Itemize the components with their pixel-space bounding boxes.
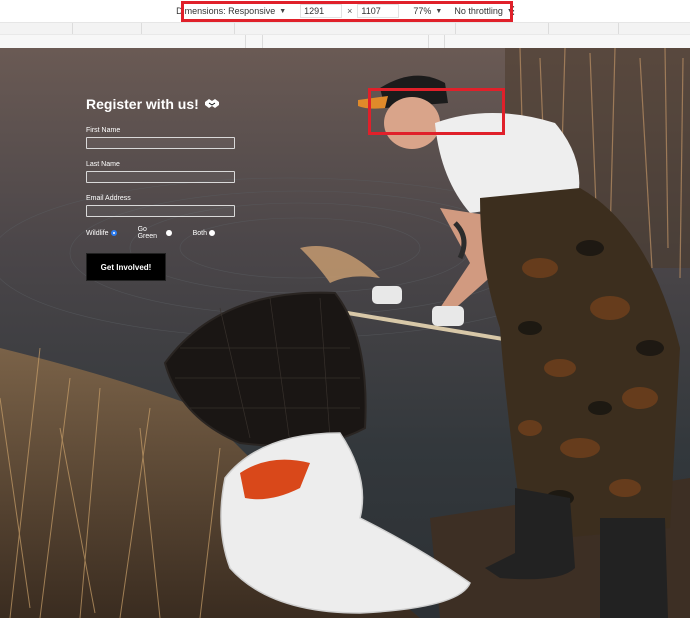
radio-go-green[interactable]: Go Green <box>138 226 172 240</box>
times-separator: × <box>347 6 353 16</box>
radio-go-green-label: Go Green <box>137 226 158 240</box>
throttling-label: No throttling <box>454 6 503 16</box>
more-options-icon[interactable]: ⋮ <box>508 4 519 17</box>
radio-wildlife-label: Wildlife <box>86 229 109 237</box>
media-query-bar[interactable] <box>0 22 690 34</box>
email-input[interactable] <box>86 205 235 217</box>
width-input[interactable]: 1291 <box>300 4 343 18</box>
radio-wildlife[interactable]: Wildlife <box>86 230 117 237</box>
zoom-dropdown[interactable]: 77% ▼ <box>413 6 442 16</box>
get-involved-button[interactable]: Get Involved! <box>86 253 166 281</box>
last-name-input[interactable] <box>86 171 235 183</box>
radio-both-label: Both <box>192 229 207 237</box>
registration-form: Register with us! First Name Last Name E… <box>86 96 236 281</box>
first-name-input[interactable] <box>86 137 235 149</box>
height-input[interactable]: 1107 <box>357 4 400 18</box>
dimensions-label: Dimensions: Responsive <box>176 6 276 16</box>
last-name-label: Last Name <box>86 161 120 168</box>
radio-go-green-button[interactable] <box>166 230 172 236</box>
interest-radio-group: Wildlife Go Green Both <box>86 226 236 240</box>
dimensions-dropdown[interactable]: Dimensions: Responsive ▼ <box>176 6 286 16</box>
form-title: Register with us! <box>86 96 236 112</box>
radio-both[interactable]: Both <box>193 230 215 237</box>
handshake-icon <box>204 96 220 112</box>
radio-both-button[interactable] <box>209 230 215 236</box>
caret-down-icon: ▼ <box>435 7 443 15</box>
devtools-toolbar: Dimensions: Responsive ▼ 1291 × 1107 77%… <box>0 0 690 49</box>
device-toolbar: Dimensions: Responsive ▼ 1291 × 1107 77%… <box>0 0 690 22</box>
throttling-dropdown[interactable]: No throttling ▼ <box>454 6 513 16</box>
caret-down-icon: ▼ <box>279 7 287 15</box>
email-label: Email Address <box>86 195 131 202</box>
radio-wildlife-button[interactable] <box>110 230 117 236</box>
first-name-label: First Name <box>86 127 121 134</box>
ruler-bar <box>0 34 690 48</box>
hero-photo: Register with us! First Name Last Name E… <box>0 48 690 618</box>
zoom-label: 77% <box>413 6 432 16</box>
form-title-text: Register with us! <box>86 96 199 112</box>
